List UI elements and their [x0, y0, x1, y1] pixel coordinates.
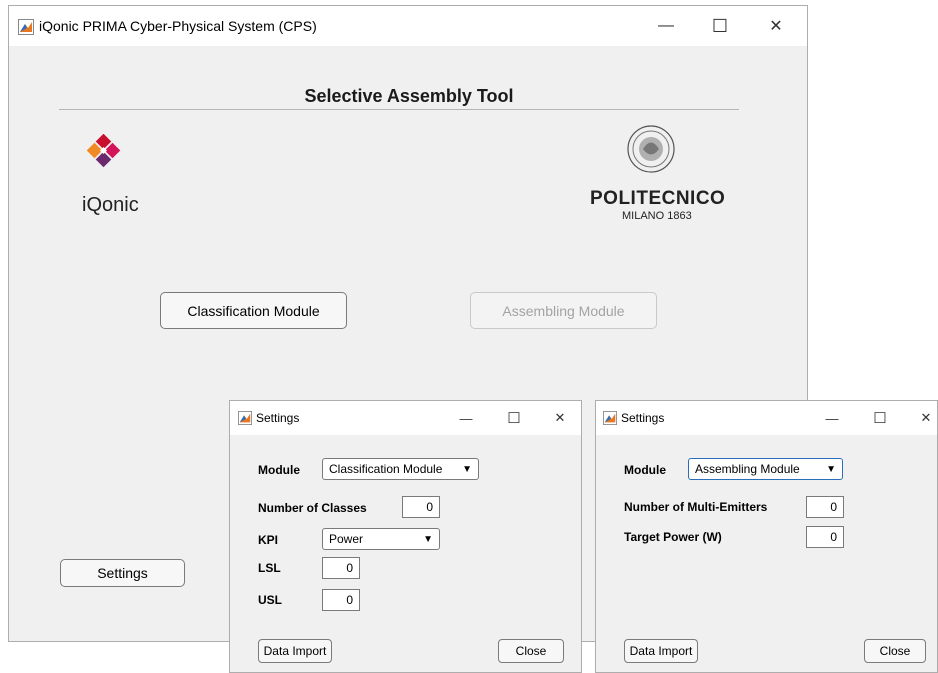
- target-power-label: Target Power (W): [624, 530, 722, 544]
- settings-window-title: Settings: [256, 411, 300, 425]
- usl-input[interactable]: 0: [322, 589, 360, 611]
- data-import-button[interactable]: Data Import: [624, 639, 698, 663]
- number-of-classes-label: Number of Classes: [258, 501, 367, 515]
- module-dropdown[interactable]: Assembling Module ▼: [688, 458, 843, 480]
- module-label: Module: [258, 463, 300, 477]
- page-title: Selective Assembly Tool: [304, 86, 514, 106]
- iqonic-logo-mark-icon: [86, 134, 121, 168]
- usl-label: USL: [258, 593, 282, 607]
- close-settings-button[interactable]: Close: [864, 639, 926, 663]
- title-divider: [59, 109, 739, 110]
- number-of-multi-emitters-input[interactable]: 0: [806, 496, 844, 518]
- module-label: Module: [624, 463, 666, 477]
- settings-assembling-titlebar[interactable]: Settings — ☐ ✕: [596, 401, 937, 435]
- matlab-icon: [238, 411, 252, 430]
- maximize-button[interactable]: ☐: [502, 401, 526, 435]
- politecnico-subtext: MILANO 1863: [622, 210, 692, 222]
- number-of-multi-emitters-label: Number of Multi-Emitters: [624, 500, 768, 514]
- settings-window-assembling: Settings — ☐ ✕ Module Assembling Module …: [595, 400, 938, 673]
- close-button[interactable]: ✕: [761, 6, 791, 46]
- matlab-icon: [18, 19, 34, 40]
- politecnico-logo: POLITECNICO MILANO 1863: [584, 124, 734, 234]
- settings-classification-titlebar[interactable]: Settings — ☐ ✕: [230, 401, 581, 435]
- maximize-button[interactable]: ☐: [868, 401, 892, 435]
- classification-module-button[interactable]: Classification Module: [160, 292, 347, 329]
- module-dropdown-value: Assembling Module: [695, 462, 800, 476]
- lsl-label: LSL: [258, 561, 281, 575]
- number-of-classes-input[interactable]: 0: [402, 496, 440, 518]
- target-power-input[interactable]: 0: [806, 526, 844, 548]
- close-settings-button[interactable]: Close: [498, 639, 564, 663]
- matlab-icon: [603, 411, 617, 430]
- iqonic-logo-text: iQonic: [82, 194, 139, 216]
- module-dropdown-value: Classification Module: [329, 462, 443, 476]
- kpi-label: KPI: [258, 533, 279, 547]
- minimize-button[interactable]: —: [454, 401, 478, 435]
- chevron-down-icon: ▼: [423, 533, 433, 545]
- politecnico-seal-icon: [627, 125, 675, 173]
- kpi-dropdown[interactable]: Power ▼: [322, 528, 440, 550]
- lsl-input[interactable]: 0: [322, 557, 360, 579]
- main-titlebar[interactable]: iQonic PRIMA Cyber-Physical System (CPS)…: [9, 6, 807, 46]
- iqonic-logo: iQonic: [79, 134, 159, 216]
- chevron-down-icon: ▼: [462, 463, 472, 475]
- close-button[interactable]: ✕: [548, 401, 572, 435]
- minimize-button[interactable]: —: [820, 401, 844, 435]
- main-window-title: iQonic PRIMA Cyber-Physical System (CPS): [39, 18, 317, 34]
- close-button[interactable]: ✕: [914, 401, 938, 435]
- assembling-module-button: Assembling Module: [470, 292, 657, 329]
- minimize-button[interactable]: —: [651, 6, 681, 46]
- settings-window-classification: Settings — ☐ ✕ Module Classification Mod…: [229, 400, 582, 673]
- settings-button[interactable]: Settings: [60, 559, 185, 587]
- chevron-down-icon: ▼: [826, 463, 836, 475]
- data-import-button[interactable]: Data Import: [258, 639, 332, 663]
- maximize-button[interactable]: ☐: [705, 6, 735, 46]
- module-dropdown[interactable]: Classification Module ▼: [322, 458, 479, 480]
- settings-window-title: Settings: [621, 411, 665, 425]
- kpi-dropdown-value: Power: [329, 532, 364, 546]
- politecnico-text: POLITECNICO: [590, 188, 726, 209]
